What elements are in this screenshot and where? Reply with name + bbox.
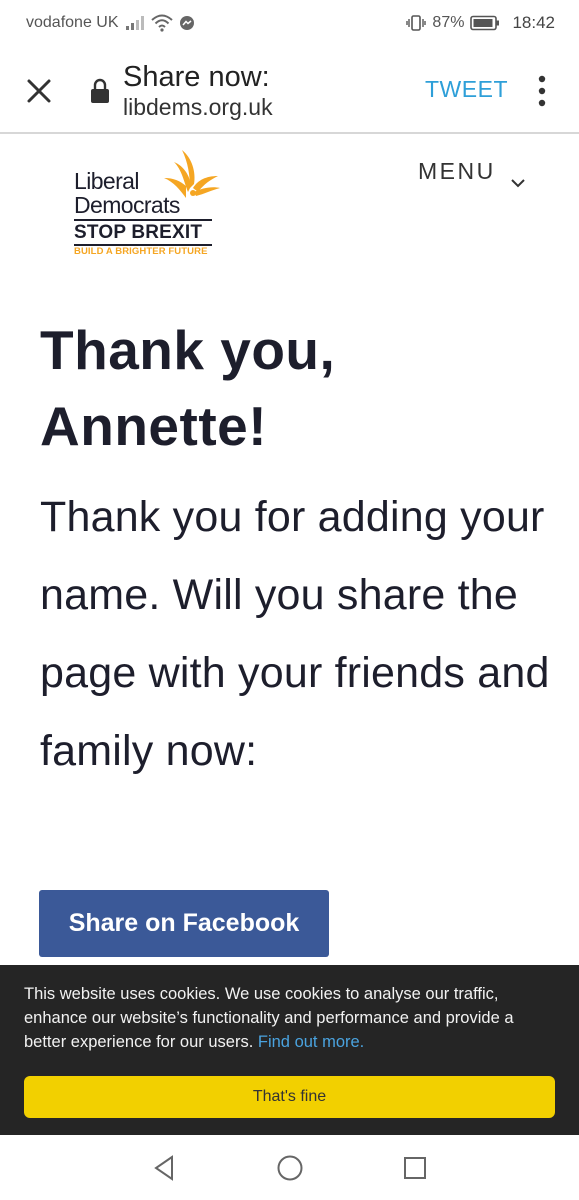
messenger-icon bbox=[179, 15, 195, 31]
battery-percent: 87% bbox=[432, 14, 465, 31]
back-triangle-icon[interactable] bbox=[150, 1153, 180, 1183]
logo-text-tagline: BUILD A BRIGHTER FUTURE bbox=[74, 246, 208, 257]
lock-icon bbox=[90, 78, 110, 104]
vibrate-icon bbox=[406, 14, 427, 32]
battery-icon bbox=[470, 15, 500, 31]
signal-icon bbox=[125, 15, 145, 31]
system-nav-bar bbox=[0, 1135, 579, 1200]
lib-dem-logo[interactable]: Liberal Democrats STOP BREXIT BUILD A BR… bbox=[72, 148, 232, 266]
status-left: vodafone UK bbox=[26, 14, 195, 32]
cookie-banner: This website uses cookies. We use cookie… bbox=[0, 965, 579, 1135]
carrier-label: vodafone UK bbox=[26, 14, 119, 31]
thank-you-message: Thank you for adding your name. Will you… bbox=[40, 493, 550, 775]
screen: vodafone UK 87% 18:42 Share now: libdems… bbox=[0, 0, 579, 1200]
logo-divider bbox=[74, 219, 212, 221]
page-url: libdems.org.uk bbox=[123, 94, 273, 120]
logo-text-liberal: Liberal bbox=[74, 168, 139, 194]
menu-label: MENU bbox=[418, 158, 496, 184]
clock: 18:42 bbox=[512, 13, 555, 32]
custom-tab-toolbar: Share now: libdems.org.uk TWEET bbox=[0, 46, 579, 134]
cookie-message: This website uses cookies. We use cookie… bbox=[24, 982, 559, 1054]
tweet-button[interactable]: TWEET bbox=[425, 76, 508, 103]
more-vertical-icon[interactable] bbox=[534, 72, 550, 110]
close-icon[interactable] bbox=[22, 74, 56, 108]
status-right: 87% 18:42 bbox=[406, 13, 555, 33]
accept-cookies-button[interactable]: That's fine bbox=[24, 1076, 555, 1118]
status-bar: vodafone UK 87% 18:42 bbox=[0, 0, 579, 46]
page-title-block: Share now: libdems.org.uk bbox=[123, 60, 273, 120]
find-out-more-link[interactable]: Find out more. bbox=[258, 1033, 364, 1051]
page-heading: Thank you, Annette! bbox=[40, 312, 560, 464]
logo-text-stop-brexit: STOP BREXIT bbox=[74, 222, 203, 243]
share-on-facebook-button[interactable]: Share on Facebook bbox=[39, 890, 329, 957]
heading-line: Annette! bbox=[40, 395, 268, 457]
chevron-down-icon bbox=[510, 167, 526, 187]
heading-line: Thank you, bbox=[40, 319, 336, 381]
logo-text-democrats: Democrats bbox=[74, 192, 180, 218]
recents-square-icon[interactable] bbox=[400, 1153, 430, 1183]
home-circle-icon[interactable] bbox=[275, 1153, 305, 1183]
menu-button[interactable]: MENU bbox=[418, 158, 526, 187]
wifi-icon bbox=[150, 14, 173, 32]
page-title: Share now: bbox=[123, 61, 270, 93]
